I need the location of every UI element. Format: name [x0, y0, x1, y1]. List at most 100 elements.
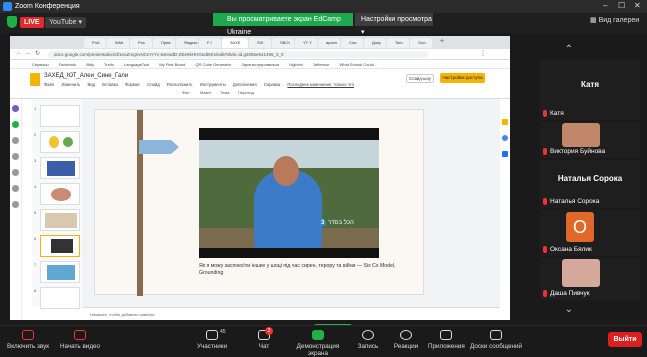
browser-tab[interactable]: Goo	[410, 38, 432, 48]
menu-view[interactable]: Вид	[88, 82, 96, 87]
participant-display-name: Наталья Сорока	[557, 174, 623, 183]
menu-file[interactable]: Файл	[44, 82, 54, 87]
slide-thumb[interactable]: 4	[34, 183, 80, 205]
share-button[interactable]: Настройки доступа	[440, 73, 485, 83]
menu-help[interactable]: Справка	[264, 82, 280, 87]
youtube-dropdown[interactable]: YouTube ▾	[45, 17, 86, 28]
bookmark-item[interactable]: Facebook	[59, 62, 77, 67]
minimize-icon[interactable]: –	[603, 1, 607, 10]
toolbar-theme[interactable]: Тема	[220, 90, 229, 95]
menu-arrange[interactable]: Расположить	[167, 82, 193, 87]
browser-tab[interactable]: Доку	[364, 38, 386, 48]
slide-thumb[interactable]: 7	[34, 261, 80, 283]
bookmark-item[interactable]: QR Code Generator	[195, 62, 231, 67]
browser-tab[interactable]: YT Y	[295, 38, 317, 48]
bookmark-item[interactable]: Jefferson	[313, 62, 329, 67]
extension-icon[interactable]	[12, 169, 19, 176]
slide-quote-text[interactable]: Як я можу заспокоїти інших у шоці під ча…	[199, 263, 409, 277]
tasks-icon[interactable]	[502, 135, 508, 141]
slide-thumb[interactable]: 1	[34, 105, 80, 127]
forward-icon[interactable]: →	[25, 50, 31, 56]
live-badge[interactable]: LIVE	[20, 17, 44, 28]
leave-button[interactable]: Выйти	[608, 332, 642, 347]
calendar-icon[interactable]	[502, 151, 508, 157]
muted-mic-icon	[543, 246, 547, 253]
menu-tools[interactable]: Инструменты	[200, 82, 226, 87]
browser-tab[interactable]: Яндекс	[176, 38, 198, 48]
participant-tile-victoria[interactable]: Виктория Буйнова	[540, 122, 640, 158]
back-icon[interactable]: ←	[16, 50, 22, 56]
gallery-view-button[interactable]: ▦ Вид галереи	[590, 16, 639, 24]
url-input[interactable]: docs.google.com/presentation/d/1euZrngnv…	[48, 51, 428, 58]
slide-thumb[interactable]: 5	[34, 209, 80, 231]
menu-addons[interactable]: Дополнения	[233, 82, 257, 87]
slideshow-button[interactable]: Слайд-шоу	[406, 74, 434, 83]
browser-tab[interactable]: Сли	[341, 38, 363, 48]
current-slide[interactable]: הכל בסדר 3 Як я можу заспокоїти інших у …	[94, 109, 424, 296]
bookmark-item[interactable]: What School Could...	[339, 62, 377, 67]
embedded-video[interactable]: הכל בסדר 3	[199, 128, 379, 258]
participant-tile-oksana[interactable]: О Оксана Бялик	[540, 210, 640, 256]
menu-dots-icon[interactable]: ⋮	[480, 50, 486, 57]
extension-icon[interactable]	[12, 153, 19, 160]
browser-tab-active[interactable]: ЗАХЕ	[222, 38, 248, 48]
participant-tile-natalia[interactable]: Наталья Сорока Наталья Сорока	[540, 160, 640, 208]
menu-format[interactable]: Формат	[125, 82, 140, 87]
browser-tab[interactable]: Prof.	[84, 38, 106, 48]
chevron-up-icon[interactable]: ⌃	[560, 45, 578, 55]
slide-thumb[interactable]: 3	[34, 157, 80, 179]
security-shield-icon[interactable]	[7, 16, 17, 28]
reload-icon[interactable]: ↻	[35, 50, 40, 57]
bookmark-item[interactable]: Hightrix	[289, 62, 303, 67]
bookmark-item[interactable]: Trello	[104, 62, 114, 67]
browser-tab[interactable]: F I	[199, 38, 221, 48]
menu-edit[interactable]: Изменить	[61, 82, 80, 87]
chevron-down-icon[interactable]: ⌄	[560, 305, 578, 315]
chat-button[interactable]: 2 Чат	[255, 326, 273, 354]
participant-tile-dasha[interactable]: Даша Пивчук	[540, 258, 640, 300]
browser-tab[interactable]: SIX	[249, 38, 271, 48]
bookmark-item[interactable]: Bitly	[86, 62, 94, 67]
keep-icon[interactable]	[502, 119, 508, 125]
menu-slide[interactable]: Слайд	[147, 82, 160, 87]
extension-icon[interactable]	[12, 105, 19, 112]
browser-tab[interactable]: SBOI	[272, 38, 294, 48]
browser-tab[interactable]: Tom	[387, 38, 409, 48]
presentation-title[interactable]: ЗАХЕД_ЮТ_Алеи_Сине_Гали	[44, 73, 128, 79]
slide-thumb[interactable]: 8	[34, 287, 80, 309]
browser-tab[interactable]: Pos	[130, 38, 152, 48]
reactions-button[interactable]: Реакции	[392, 326, 420, 354]
bookmark-item[interactable]: LanguageTool	[124, 62, 149, 67]
maximize-icon[interactable]: ☐	[618, 1, 625, 10]
slide-decor-stripe	[137, 110, 143, 296]
view-options-button[interactable]: Настройки просмотра ▾	[355, 13, 433, 36]
browser-tab[interactable]: Прев	[153, 38, 175, 48]
toolbar-background[interactable]: Фон	[182, 90, 189, 95]
bookmark-item[interactable]: My First Board	[159, 62, 185, 67]
bookmark-item[interactable]: Зарегистрироваться	[241, 62, 279, 67]
new-tab-icon[interactable]: +	[440, 38, 444, 45]
apps-button[interactable]: Приложения	[428, 326, 465, 354]
toolbar-layout[interactable]: Макет	[200, 90, 211, 95]
unmute-button[interactable]: Включить звук	[4, 326, 52, 354]
participants-button[interactable]: 45 Участники	[196, 326, 228, 354]
extension-icon[interactable]	[12, 137, 19, 144]
toolbar-transition[interactable]: Переход	[238, 90, 254, 95]
browser-tab[interactable]: Whit	[107, 38, 129, 48]
browser-tab[interactable]: арсен	[318, 38, 340, 48]
slide-thumb-active[interactable]: 6	[34, 235, 80, 257]
start-video-button[interactable]: Начать видео	[58, 326, 102, 354]
last-edit-link[interactable]: Последнее изменение: только что	[287, 82, 354, 87]
extension-icon[interactable]	[12, 201, 19, 208]
bookmark-item[interactable]: Сервисы	[32, 62, 49, 67]
menu-insert[interactable]: Вставка	[102, 82, 118, 87]
whiteboards-button[interactable]: Доски сообщений	[470, 326, 522, 354]
record-button[interactable]: Запись	[356, 326, 380, 354]
extension-icon[interactable]	[12, 121, 19, 128]
speaker-notes[interactable]: Нажмите, чтобы добавить заметки	[82, 307, 500, 320]
slide-thumb[interactable]: 2	[34, 131, 80, 153]
share-screen-button[interactable]: Демонстрация экрана	[288, 326, 348, 357]
extension-icon[interactable]	[12, 185, 19, 192]
participant-tile-katya[interactable]: Катя Катя	[540, 60, 640, 120]
close-icon[interactable]: ✕	[634, 1, 641, 10]
